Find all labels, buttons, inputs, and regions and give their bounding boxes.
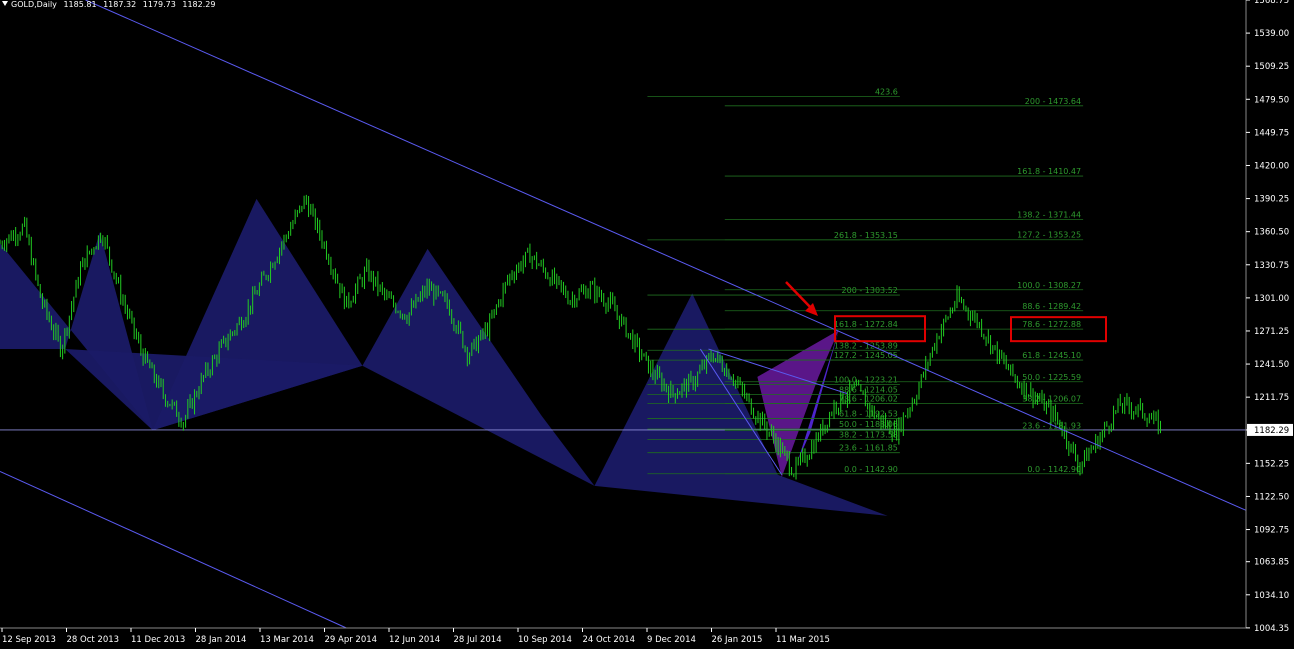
fib-level-left-label: 50.0 - 1183.06 <box>839 420 898 429</box>
fib-level-right-label: 100.0 - 1308.27 <box>1017 281 1081 290</box>
fib-level-left-label: 127.2 - 1245.05 <box>834 351 898 360</box>
price-tick-label: 1449.75 <box>1254 128 1289 138</box>
fib-level-left-label: 138.2 - 1253.89 <box>834 341 898 350</box>
time-tick-label: 28 Oct 2013 <box>67 635 120 645</box>
fib-level-left-label: 61.8 - 1192.53 <box>839 410 898 419</box>
harmonic-pattern-shape[interactable] <box>362 248 595 486</box>
fib-level-left-label: 23.6 - 1161.85 <box>839 444 898 453</box>
price-tick-label: 1122.50 <box>1254 492 1289 502</box>
chevron-down-icon[interactable] <box>2 1 8 6</box>
ohlc-high: 1187.32 <box>103 0 137 9</box>
time-tick-label: 10 Sep 2014 <box>518 635 572 645</box>
price-tick-label: 1539.00 <box>1254 29 1289 39</box>
ohlc-close: 1182.29 <box>182 0 216 9</box>
time-tick-label: 28 Jul 2014 <box>454 635 502 645</box>
time-tick-label: 24 Oct 2014 <box>583 635 636 645</box>
time-tick-label: 29 Apr 2014 <box>325 635 378 645</box>
time-tick-label: 11 Mar 2015 <box>776 635 830 645</box>
fib-level-right-label: 161.8 - 1410.47 <box>1017 167 1081 176</box>
fib-level-left-label: 161.8 - 1272.84 <box>834 320 898 329</box>
fib-level-right-label: 78.6 - 1272.88 <box>1022 320 1081 329</box>
price-chart[interactable]: 200 - 1303.52 161.8 - 1272.84 138.2 - 1253… <box>0 0 1294 649</box>
ohlc-low: 1179.73 <box>142 0 176 9</box>
price-tick-label: 1152.25 <box>1254 459 1289 469</box>
fib-level-left-label: 261.8 - 1353.15 <box>834 231 898 240</box>
chart-title-bar: GOLD,Daily 1185.81 1187.32 1179.73 1182.… <box>2 0 219 12</box>
fib-level-right-label: 50.0 - 1225.59 <box>1022 373 1081 382</box>
fib-level-right-label: 138.2 - 1371.44 <box>1017 211 1081 220</box>
time-tick-label: 12 Sep 2013 <box>2 635 56 645</box>
price-tick-label: 1330.75 <box>1254 261 1289 271</box>
fib-level-right-label: 127.2 - 1353.25 <box>1017 231 1081 240</box>
price-tick-label: 1420.00 <box>1254 161 1289 171</box>
fib-level-right-label: 61.8 - 1245.10 <box>1022 351 1081 360</box>
price-tick-label: 1271.25 <box>1254 327 1289 337</box>
fib-level-right-label: 23.6 - 1181.93 <box>1022 421 1081 430</box>
time-tick-label: 12 Jun 2014 <box>389 635 440 645</box>
price-tick-label: 1034.10 <box>1254 591 1289 601</box>
price-tick-label: 1004.35 <box>1254 624 1289 634</box>
fib-level-left-label: 38.2 - 1173.58 <box>839 431 898 440</box>
price-tick-label: 1509.25 <box>1254 62 1289 72</box>
chart-area[interactable]: 200 - 1303.52 161.8 - 1272.84 138.2 - 1253… <box>0 0 1294 649</box>
symbol-label: GOLD,Daily <box>11 0 57 9</box>
price-tick-label: 1241.50 <box>1254 360 1289 370</box>
fib-level-left-label: 0.0 - 1142.90 <box>844 465 898 474</box>
time-tick-label: 13 Mar 2014 <box>260 635 314 645</box>
trendline[interactable] <box>0 470 347 629</box>
fib-level-left-label: 100.0 - 1223.21 <box>834 375 898 384</box>
time-tick-label: 11 Dec 2013 <box>131 635 185 645</box>
price-tick-label: 1360.50 <box>1254 228 1289 238</box>
price-tick-label: 1479.50 <box>1254 95 1289 105</box>
time-tick-label: 26 Jan 2015 <box>712 635 763 645</box>
price-tick-label: 1211.75 <box>1254 393 1289 403</box>
fib-level-left-label: 423.6 <box>875 88 898 97</box>
time-tick-label: 28 Jan 2014 <box>196 635 247 645</box>
fib-level-right-label: 200 - 1473.64 <box>1025 97 1081 106</box>
price-tick-label: 1182.29 <box>1254 426 1289 436</box>
price-tick-label: 1063.85 <box>1254 558 1289 568</box>
fib-level-right-label: 0.0 - 1142.90 <box>1027 465 1081 474</box>
price-tick-label: 1092.75 <box>1254 526 1289 536</box>
ohlc-open: 1185.81 <box>63 0 97 9</box>
price-tick-label: 1390.25 <box>1254 195 1289 205</box>
red-arrow-shaft <box>785 281 813 310</box>
time-tick-label: 9 Dec 2014 <box>647 635 696 645</box>
price-tick-label: 1301.00 <box>1254 294 1289 304</box>
fib-level-right-label: 88.6 - 1289.42 <box>1022 302 1081 311</box>
price-tick-label: 1568.75 <box>1254 0 1289 6</box>
fib-level-left-label: 200 - 1303.52 <box>842 286 898 295</box>
